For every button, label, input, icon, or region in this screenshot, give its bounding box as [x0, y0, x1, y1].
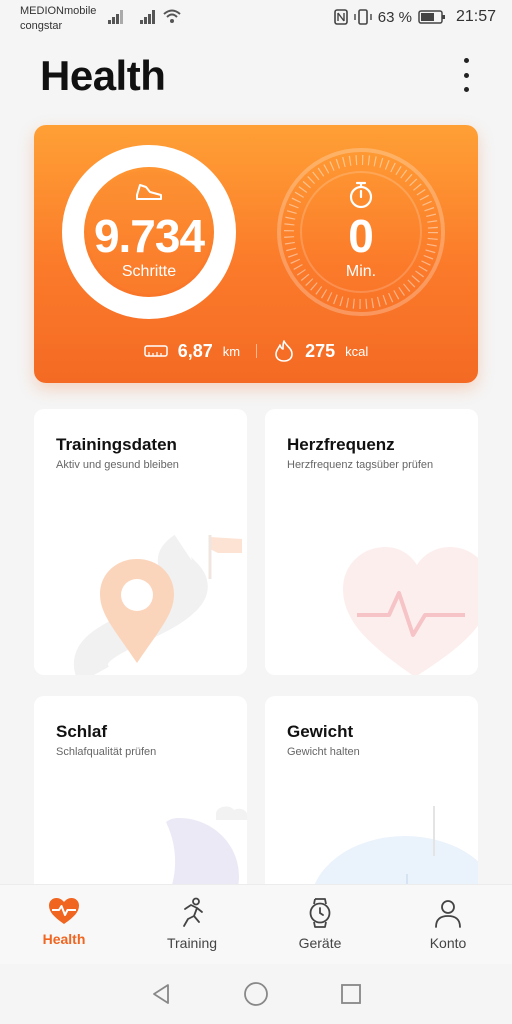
flame-icon	[275, 340, 293, 362]
nav-label: Konto	[429, 935, 467, 951]
bottom-navigation: Health Training Geräte Konto	[0, 884, 512, 964]
system-navigation-bar	[0, 964, 512, 1024]
steps-label: Schritte	[121, 263, 177, 280]
battery-icon	[418, 10, 445, 24]
more-dot-icon	[463, 58, 469, 63]
nav-geraete[interactable]: Geräte	[256, 885, 384, 964]
home-circle-icon	[244, 982, 268, 1006]
recents-square-icon	[341, 984, 361, 1004]
tile-subtitle: Herzfrequenz tagsüber prüfen	[287, 459, 434, 471]
nav-training[interactable]: Training	[128, 885, 256, 964]
vibrate-icon	[354, 9, 372, 25]
stats-divider	[256, 344, 258, 358]
tile-schlaf[interactable]: Schlaf Schlafqualität prüfen	[34, 696, 247, 896]
tile-gewicht[interactable]: Gewicht Gewicht halten	[265, 696, 478, 896]
nav-label: Training	[166, 935, 218, 951]
nav-health[interactable]: Health	[0, 885, 128, 964]
battery-percent: 63 %	[377, 8, 412, 26]
status-bar: MEDIONmobile congstar 63 % 21:57	[0, 0, 512, 38]
tile-subtitle: Aktiv und gesund bleiben	[56, 459, 179, 471]
calories-value: 275	[305, 340, 336, 361]
activity-summary-card[interactable]: 9.734 Schritte 0 Min. 6,87 km 275 kcal	[34, 125, 478, 383]
watch-icon	[309, 898, 331, 928]
tile-herzfrequenz[interactable]: Herzfrequenz Herzfrequenz tagsüber prüfe…	[265, 409, 478, 675]
page-title: Health	[40, 52, 166, 99]
shoe-icon	[136, 184, 162, 200]
tile-title: Schlaf	[56, 722, 108, 741]
active-minutes-label: Min.	[345, 263, 377, 280]
person-icon	[435, 900, 461, 928]
carrier-1: MEDIONmobile	[20, 5, 97, 17]
tile-title: Gewicht	[287, 722, 354, 741]
tile-subtitle: Gewicht halten	[287, 746, 360, 758]
calories-unit: kcal	[345, 343, 369, 359]
recents-button[interactable]	[339, 982, 363, 1006]
summary-stats: 6,87 km 275 kcal	[34, 339, 478, 363]
nav-konto[interactable]: Konto	[384, 885, 512, 964]
steps-value: 9.734	[93, 210, 205, 262]
more-options-button[interactable]	[460, 58, 472, 92]
ruler-icon	[143, 345, 168, 357]
more-dot-icon	[463, 72, 469, 78]
home-button[interactable]	[243, 981, 269, 1007]
clock: 21:57	[455, 8, 496, 25]
signal-icon	[108, 10, 123, 24]
nfc-icon	[333, 9, 348, 25]
tile-title: Herzfrequenz	[287, 435, 395, 454]
signal-icon-2	[140, 10, 155, 24]
heart-pulse-icon	[49, 898, 79, 924]
wifi-icon	[163, 9, 181, 23]
distance-value: 6,87	[177, 340, 213, 361]
more-dot-icon	[463, 87, 469, 92]
back-triangle-icon	[153, 984, 169, 1004]
carrier-names: MEDIONmobile congstar	[20, 4, 96, 34]
tile-title: Trainingsdaten	[56, 435, 177, 454]
distance-unit: km	[222, 343, 241, 359]
active-minutes-value: 0	[348, 210, 374, 262]
runner-icon	[183, 897, 203, 927]
nav-label: Geräte	[298, 935, 342, 951]
nav-label: Health	[42, 931, 86, 947]
stopwatch-icon	[349, 181, 373, 209]
tile-subtitle: Schlafqualität prüfen	[56, 746, 157, 758]
carrier-2: congstar	[20, 20, 63, 32]
tile-trainingsdaten[interactable]: Trainingsdaten Aktiv und gesund bleiben	[34, 409, 247, 675]
back-button[interactable]	[149, 982, 173, 1006]
